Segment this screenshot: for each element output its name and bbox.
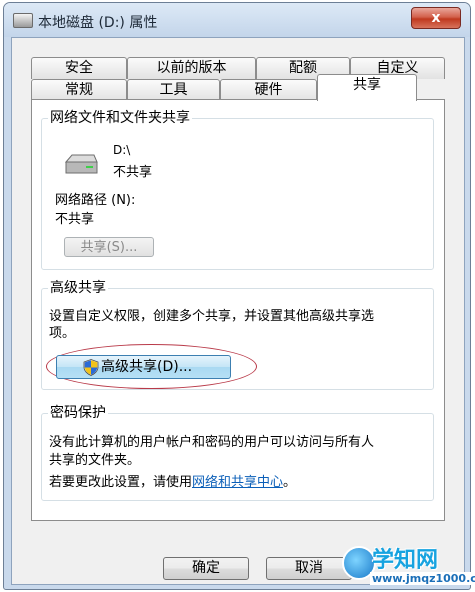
tab-tools[interactable]: 工具 (127, 79, 220, 101)
advanced-sharing-legend: 高级共享 (48, 280, 108, 296)
advanced-sharing-description-2: 项。 (49, 326, 76, 341)
drive-icon (13, 13, 33, 28)
ok-button[interactable]: 确定 (163, 557, 249, 580)
watermark-url: www.jmqz1000.com (370, 572, 475, 585)
tab-hardware[interactable]: 硬件 (220, 79, 317, 101)
sharing-panel: 网络文件和文件夹共享 D:\ 不共享 网络路径 (N): 不共享 共享(S)..… (31, 99, 445, 521)
window-title: 本地磁盘 (D:) 属性 (38, 15, 158, 31)
properties-window: 本地磁盘 (D:) 属性 x 安全 以前的版本 配额 自定义 常规 工具 硬件 … (3, 2, 471, 590)
password-protection-description-2: 共享的文件夹。 (49, 453, 141, 468)
close-button[interactable]: x (411, 7, 461, 29)
tab-sharing[interactable]: 共享 (317, 74, 417, 101)
tab-security[interactable]: 安全 (31, 57, 127, 79)
advanced-sharing-group: 高级共享 设置自定义权限，创建多个共享，并设置其他高级共享选 项。 高级共享(D… (41, 280, 434, 390)
site-watermark: 学知网 www.jmqz1000.com (342, 540, 475, 590)
share-button[interactable]: 共享(S)... (64, 237, 154, 257)
password-protection-group: 密码保护 没有此计算机的用户帐户和密码的用户可以访问与所有人 共享的文件夹。 若… (41, 405, 434, 501)
network-sharing-legend: 网络文件和文件夹共享 (48, 110, 192, 126)
change-settings-suffix: 。 (283, 475, 297, 490)
watermark-text: 学知网 (372, 548, 439, 573)
tab-general[interactable]: 常规 (31, 79, 127, 101)
network-sharing-center-link[interactable]: 网络和共享中心 (192, 475, 283, 490)
network-path-value: 不共享 (55, 212, 95, 227)
hard-drive-icon (64, 154, 98, 174)
change-settings-text: 若要更改此设置，请使用网络和共享中心。 (49, 471, 296, 490)
advanced-sharing-button[interactable]: 高级共享(D)... (56, 355, 231, 379)
tab-previous-versions[interactable]: 以前的版本 (127, 57, 256, 79)
drive-path: D:\ (113, 143, 131, 157)
password-protection-description: 没有此计算机的用户帐户和密码的用户可以访问与所有人 (49, 435, 375, 450)
cancel-button[interactable]: 取消 (266, 557, 352, 580)
uac-shield-icon (83, 359, 99, 376)
network-path-label: 网络路径 (N): (55, 193, 136, 208)
title-bar[interactable]: 本地磁盘 (D:) 属性 x (4, 3, 470, 37)
share-status: 不共享 (113, 165, 153, 180)
network-sharing-group: 网络文件和文件夹共享 D:\ 不共享 网络路径 (N): 不共享 共享(S)..… (41, 110, 434, 270)
password-protection-legend: 密码保护 (48, 405, 108, 421)
advanced-sharing-button-label: 高级共享(D)... (101, 359, 193, 375)
change-settings-prefix: 若要更改此设置，请使用 (49, 475, 193, 490)
advanced-sharing-description: 设置自定义权限，创建多个共享，并设置其他高级共享选 (49, 309, 375, 324)
